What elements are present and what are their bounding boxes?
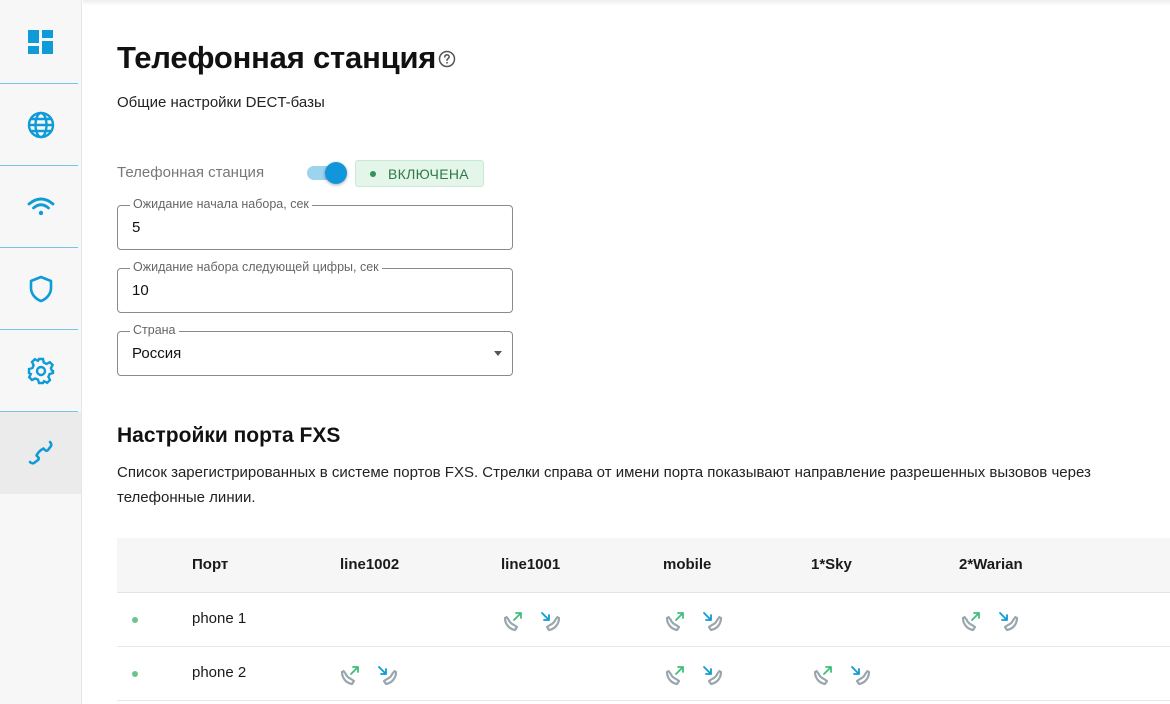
digit-wait-value: 10	[132, 282, 149, 299]
dial-wait-value: 5	[132, 219, 141, 236]
nav-settings[interactable]	[0, 330, 81, 412]
help-icon[interactable]	[438, 50, 456, 68]
status-dot	[370, 170, 376, 177]
nav-internet[interactable]	[0, 84, 81, 166]
port-name: phone 2	[192, 664, 247, 681]
outgoing-call-icon	[338, 663, 366, 687]
table-row[interactable]: phone 1	[117, 593, 1170, 647]
incoming-call-icon	[845, 663, 873, 687]
gear-icon	[27, 357, 54, 385]
outgoing-call-icon	[663, 609, 691, 633]
outgoing-call-icon	[663, 663, 691, 687]
column-header-2warian: 2*Warian	[959, 556, 1023, 573]
main-content: Телефонная станция Общие настройки DECT-…	[83, 0, 1170, 704]
incoming-call-icon	[535, 609, 563, 633]
nav-wifi[interactable]	[0, 166, 81, 248]
call-direction-cell[interactable]	[338, 663, 400, 687]
wifi-icon	[27, 197, 54, 216]
digit-wait-field[interactable]: Ожидание набора следующей цифры, сек 10	[117, 260, 513, 313]
outgoing-call-icon	[501, 609, 529, 633]
dial-wait-label: Ожидание начала набора, сек	[130, 197, 312, 211]
fxs-section-title: Настройки порта FXS	[117, 424, 341, 447]
nav-security[interactable]	[0, 248, 81, 330]
outgoing-call-icon	[959, 609, 987, 633]
table-row[interactable]: phone 2	[117, 647, 1170, 701]
fxs-section-description: Список зарегистрированных в системе порт…	[117, 464, 1091, 506]
country-select[interactable]: Страна Россия	[117, 323, 513, 376]
toggle-knob	[325, 162, 347, 184]
station-toggle[interactable]	[307, 162, 349, 184]
column-header-line1001: line1001	[501, 556, 561, 573]
dial-wait-field[interactable]: Ожидание начала набора, сек 5	[117, 197, 513, 250]
digit-wait-label: Ожидание набора следующей цифры, сек	[130, 260, 382, 274]
column-header-port: Порт	[192, 556, 229, 573]
outgoing-call-icon	[811, 663, 839, 687]
country-label: Страна	[130, 323, 179, 337]
port-status-dot	[132, 671, 138, 677]
station-toggle-label: Телефонная станция	[117, 164, 265, 181]
phone-icon	[28, 440, 53, 465]
shield-icon	[29, 275, 52, 303]
call-direction-cell[interactable]	[501, 609, 563, 633]
top-bar	[83, 0, 1170, 6]
country-value: Россия	[132, 345, 182, 362]
call-direction-cell[interactable]	[811, 663, 873, 687]
page-title: Телефонная станция	[117, 40, 437, 75]
nav-dashboard[interactable]	[0, 1, 81, 83]
call-direction-cell[interactable]	[663, 663, 725, 687]
call-direction-cell[interactable]	[959, 609, 1021, 633]
page-subtitle: Общие настройки DECT-базы	[117, 94, 325, 111]
table-header: Порт line1002 line1001 mobile 1*Sky 2*Wa…	[117, 538, 1170, 593]
dashboard-icon	[27, 30, 53, 54]
status-text: ВКЛЮЧЕНА	[388, 165, 469, 182]
incoming-call-icon	[993, 609, 1021, 633]
column-header-1sky: 1*Sky	[811, 556, 852, 573]
incoming-call-icon	[697, 609, 725, 633]
port-name: phone 1	[192, 610, 247, 627]
incoming-call-icon	[372, 663, 400, 687]
dropdown-arrow-icon	[494, 351, 502, 356]
sidebar	[0, 0, 82, 704]
globe-icon	[27, 111, 54, 139]
call-direction-cell[interactable]	[663, 609, 725, 633]
incoming-call-icon	[697, 663, 725, 687]
nav-telephony[interactable]	[0, 412, 81, 494]
port-status-dot	[132, 617, 138, 623]
column-header-mobile: mobile	[663, 556, 712, 573]
fxs-table: Порт line1002 line1001 mobile 1*Sky 2*Wa…	[117, 538, 1170, 701]
status-badge: ВКЛЮЧЕНА	[355, 160, 484, 187]
column-header-line1002: line1002	[340, 556, 400, 573]
